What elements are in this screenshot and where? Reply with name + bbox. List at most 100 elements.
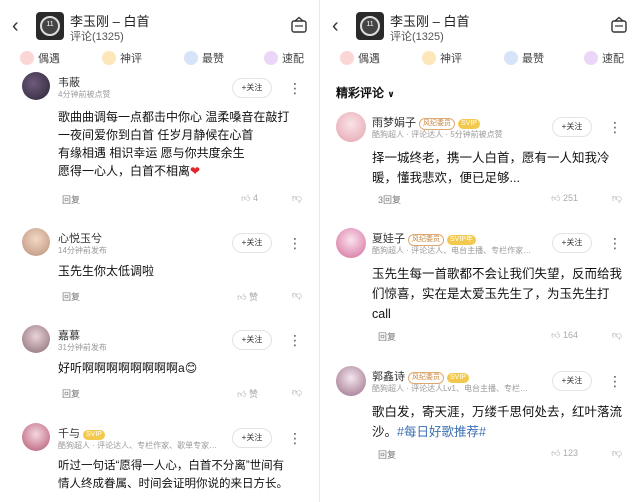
tab-meet[interactable]: 偶遇 bbox=[20, 50, 60, 68]
reply-button[interactable]: 回复 bbox=[62, 290, 80, 303]
reply-button[interactable]: 3回复 bbox=[378, 193, 401, 206]
comment-body: 玉先生每一首歌都不会让我们失望，反而给我 们惊喜，实在是太爱玉先生了，为玉先生打… bbox=[372, 267, 623, 321]
svip-badge: SVIP bbox=[83, 430, 105, 440]
tab-match[interactable]: 速配 bbox=[584, 50, 624, 68]
follow-button[interactable]: +关注 bbox=[232, 330, 272, 350]
tab-divine[interactable]: 神评 bbox=[422, 50, 462, 68]
right-screen: ‹ 11 李玉刚 – 白首 评论(1325) 偶遇 神评 最赞 速配 精彩评论 … bbox=[320, 0, 640, 502]
disc-icon: 11 bbox=[40, 16, 60, 36]
divine-comment-icon bbox=[422, 51, 436, 65]
svip-badge: SVIP bbox=[458, 119, 480, 129]
comment-meta: 14分钟前发布 bbox=[58, 246, 107, 255]
dislike-icon[interactable]: 👎︎ bbox=[292, 192, 302, 204]
dislike-icon[interactable]: 👎︎ bbox=[612, 447, 622, 459]
comment-body: 歌曲曲调每一点都击中你心 温柔嗓音在敲打 一夜间爱你到白首 任岁月静候在心首 有… bbox=[58, 110, 290, 178]
avatar[interactable] bbox=[22, 423, 50, 451]
like-button[interactable]: 👍︎ 251 bbox=[551, 193, 578, 204]
comment-meta: 31分钟前发布 bbox=[58, 343, 107, 352]
comment-body: 择一城终老，携一人白首，愿有一人知我冷 暖，懂我悲欢，便已足够... bbox=[372, 151, 610, 185]
smile-emoji: 😊 bbox=[184, 361, 198, 375]
chevron-down-icon: ∨ bbox=[387, 89, 395, 99]
comment-username[interactable]: 嘉慕 bbox=[58, 327, 80, 343]
match-icon bbox=[264, 51, 278, 65]
hashtag-link[interactable]: #每日好歌推荐# bbox=[397, 425, 486, 439]
more-options-icon[interactable]: ⋮ bbox=[288, 236, 302, 250]
tab-top-liked[interactable]: 最赞 bbox=[504, 50, 544, 68]
section-title[interactable]: 精彩评论 ∨ bbox=[336, 84, 395, 101]
share-icon[interactable] bbox=[610, 16, 628, 34]
comment-body: 玉先生你太低调啦 bbox=[58, 264, 155, 278]
tab-divine[interactable]: 神评 bbox=[102, 50, 142, 68]
back-arrow-icon[interactable]: ‹ bbox=[332, 16, 339, 36]
comment-username[interactable]: 郭鑫诗 风纪委员 SVIP bbox=[372, 368, 469, 384]
thumb-up-icon bbox=[184, 51, 198, 65]
header: ‹ 11 李玉刚 – 白首 评论(1325) bbox=[0, 8, 320, 44]
back-arrow-icon[interactable]: ‹ bbox=[12, 16, 19, 36]
dislike-icon[interactable]: 👎︎ bbox=[612, 329, 622, 341]
divine-comment-icon bbox=[102, 51, 116, 65]
reply-button[interactable]: 回复 bbox=[62, 387, 80, 400]
people-meet-icon bbox=[340, 51, 354, 65]
more-options-icon[interactable]: ⋮ bbox=[288, 81, 302, 95]
follow-button[interactable]: +关注 bbox=[232, 428, 272, 448]
svip-badge: SVIP年 bbox=[447, 235, 476, 245]
dislike-icon[interactable]: 👎︎ bbox=[292, 386, 302, 398]
more-options-icon[interactable]: ⋮ bbox=[288, 431, 302, 445]
more-options-icon[interactable]: ⋮ bbox=[608, 236, 622, 250]
follow-button[interactable]: +关注 bbox=[552, 233, 592, 253]
thumb-up-icon bbox=[504, 51, 518, 65]
comment-meta: 酷狗超人 · 评论达人 · 5分钟前被点赞 bbox=[372, 130, 503, 139]
like-button[interactable]: 👍︎ 赞 bbox=[237, 290, 258, 303]
follow-button[interactable]: +关注 bbox=[232, 233, 272, 253]
comment-meta: 酷狗超人 · 评论达人Lv1、电台主播、专栏… bbox=[372, 384, 529, 393]
match-icon bbox=[584, 51, 598, 65]
like-button[interactable]: 👍︎ 4 bbox=[241, 193, 258, 204]
share-icon[interactable] bbox=[290, 16, 308, 34]
follow-button[interactable]: +关注 bbox=[552, 371, 592, 391]
more-options-icon[interactable]: ⋮ bbox=[608, 120, 622, 134]
avatar[interactable] bbox=[336, 228, 366, 258]
comment-body: 好听啊啊啊啊啊啊啊啊a😊 bbox=[58, 361, 198, 375]
filter-tabs: 偶遇 神评 最赞 速配 bbox=[0, 50, 320, 70]
left-screen: ‹ 11 李玉刚 – 白首 评论(1325) 偶遇 神评 最赞 速配 韦蔽 4分… bbox=[0, 0, 320, 502]
disc-icon: 11 bbox=[360, 16, 380, 36]
comment-username[interactable]: 韦蔽 bbox=[58, 74, 80, 90]
svip-badge: SVIP bbox=[447, 373, 469, 383]
avatar[interactable] bbox=[22, 72, 50, 100]
avatar[interactable] bbox=[336, 112, 366, 142]
more-options-icon[interactable]: ⋮ bbox=[608, 374, 622, 388]
album-cover[interactable]: 11 bbox=[36, 12, 64, 40]
tab-top-liked[interactable]: 最赞 bbox=[184, 50, 224, 68]
like-button[interactable]: 👍︎ 123 bbox=[551, 448, 578, 459]
follow-button[interactable]: +关注 bbox=[232, 78, 272, 98]
avatar[interactable] bbox=[22, 325, 50, 353]
comment-body: 听过一句话“愿得一人心，白首不分离”世间有 情人终成眷属、时间会证明你说的来日方… bbox=[58, 460, 288, 490]
header: ‹ 11 李玉刚 – 白首 评论(1325) bbox=[320, 8, 640, 44]
comment-username[interactable]: 千与 SVIP bbox=[58, 425, 105, 441]
comment-meta: 4分钟前被点赞 bbox=[58, 90, 111, 99]
tab-meet[interactable]: 偶遇 bbox=[340, 50, 380, 68]
follow-button[interactable]: +关注 bbox=[552, 117, 592, 137]
like-button[interactable]: 👍︎ 赞 bbox=[237, 387, 258, 400]
comment-count: 评论(1325) bbox=[70, 31, 124, 43]
more-options-icon[interactable]: ⋮ bbox=[288, 333, 302, 347]
reply-button[interactable]: 回复 bbox=[62, 193, 80, 206]
comment-username[interactable]: 雨梦娟子 风纪委员 SVIP bbox=[372, 114, 480, 130]
like-button[interactable]: 👍︎ 164 bbox=[551, 330, 578, 341]
tab-match[interactable]: 速配 bbox=[264, 50, 304, 68]
heart-emoji: ❤ bbox=[190, 164, 201, 178]
comment-meta: 酷狗超人 · 评论达人、电台主播、专栏作家… bbox=[372, 246, 532, 255]
reply-button[interactable]: 回复 bbox=[378, 330, 396, 343]
dislike-icon[interactable]: 👎︎ bbox=[292, 289, 302, 301]
album-cover[interactable]: 11 bbox=[356, 12, 384, 40]
reply-button[interactable]: 回复 bbox=[378, 448, 396, 461]
comment-meta: 酷狗超人 · 评论达人、专栏作家、歌单专家… bbox=[58, 441, 218, 450]
comment-count: 评论(1325) bbox=[390, 31, 444, 43]
avatar[interactable] bbox=[336, 366, 366, 396]
comment-username[interactable]: 心悦玉兮 bbox=[58, 230, 102, 246]
comment-username[interactable]: 夏娃子 风纪委员 SVIP年 bbox=[372, 230, 476, 246]
filter-tabs: 偶遇 神评 最赞 速配 bbox=[320, 50, 640, 70]
avatar[interactable] bbox=[22, 228, 50, 256]
dislike-icon[interactable]: 👎︎ bbox=[612, 192, 622, 204]
people-meet-icon bbox=[20, 51, 34, 65]
